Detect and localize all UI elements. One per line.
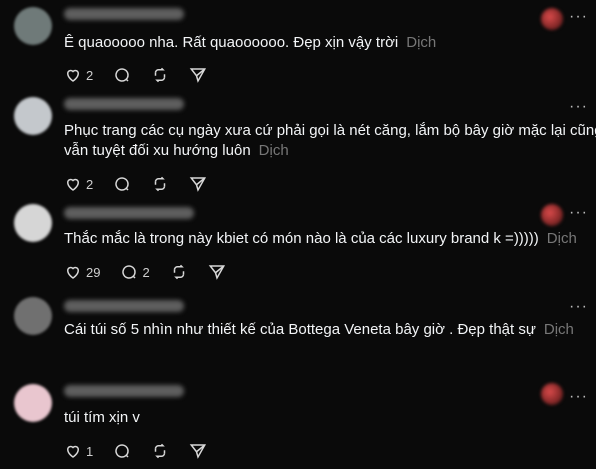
like-count: 2 — [86, 67, 94, 83]
share-button[interactable] — [208, 263, 226, 281]
send-icon — [189, 68, 207, 83]
reply-thumbnail[interactable] — [541, 8, 563, 30]
like-button[interactable]: 2 — [64, 175, 93, 193]
reply-button[interactable] — [113, 175, 131, 193]
heart-icon — [66, 69, 80, 82]
username-blurred[interactable] — [64, 98, 184, 110]
repost-icon — [154, 67, 166, 83]
reply-button[interactable] — [113, 442, 131, 460]
username-blurred[interactable] — [64, 385, 184, 397]
comment-text: túi tím xịn v — [64, 408, 140, 428]
comment-text: Ê quaooooo nha. Rất quaoooooo. Đẹp xịn v… — [64, 33, 436, 53]
username-blurred[interactable] — [64, 207, 194, 219]
heart-icon — [66, 178, 80, 191]
comment-text: Thắc mắc là trong này kbiet có món nào l… — [64, 229, 577, 249]
translate-link[interactable]: Dịch — [547, 230, 577, 247]
like-button[interactable]: 29 — [64, 263, 100, 281]
share-button[interactable] — [189, 66, 207, 84]
comment-icon — [115, 68, 129, 82]
more-options-icon[interactable]: ··· — [569, 299, 588, 315]
comment-icon — [115, 444, 129, 458]
comment-text-line: Thắc mắc là trong này kbiet có món nào l… — [64, 230, 539, 247]
like-button[interactable]: 2 — [64, 66, 93, 84]
comment-text-line: Ê quaooooo nha. Rất quaoooooo. Đẹp xịn v… — [64, 34, 399, 51]
like-count: 2 — [86, 176, 94, 192]
more-options-icon[interactable]: ··· — [569, 99, 588, 115]
share-button[interactable] — [189, 442, 207, 460]
translate-link[interactable]: Dịch — [406, 34, 436, 51]
comment-text: Cái túi số 5 nhìn như thiết kế của Botte… — [64, 320, 574, 340]
comment-icon — [122, 265, 137, 279]
comment-actions: 29 2 — [64, 262, 246, 282]
comment-text-line: túi tím xịn v — [64, 409, 140, 426]
avatar[interactable] — [14, 297, 52, 335]
repost-icon — [154, 443, 166, 459]
translate-link[interactable]: Dịch — [259, 142, 289, 159]
heart-icon — [66, 445, 80, 458]
avatar[interactable] — [14, 7, 52, 45]
repost-button[interactable] — [151, 66, 169, 84]
comment-text: Phục trang các cụ ngày xưa cứ phải gọi l… — [64, 121, 596, 161]
reply-button[interactable] — [113, 66, 131, 84]
more-options-icon[interactable]: ··· — [569, 205, 588, 221]
more-options-icon[interactable]: ··· — [569, 389, 588, 405]
repost-icon — [154, 176, 166, 192]
repost-button[interactable] — [170, 263, 188, 281]
heart-icon — [66, 266, 80, 279]
comment-text-line: vẫn tuyệt đối xu hướng luôn — [64, 142, 251, 159]
reply-thumbnail[interactable] — [541, 204, 563, 226]
avatar[interactable] — [14, 384, 52, 422]
comment-actions: 1 — [64, 441, 227, 461]
comment-text-line: Phục trang các cụ ngày xưa cứ phải gọi l… — [64, 122, 596, 139]
like-button[interactable]: 1 — [64, 442, 93, 460]
like-count: 1 — [86, 443, 94, 459]
translate-link[interactable]: Dịch — [544, 321, 574, 338]
send-icon — [189, 444, 207, 459]
share-button[interactable] — [189, 175, 207, 193]
comment-actions: 2 — [64, 174, 227, 194]
username-blurred[interactable] — [64, 300, 184, 312]
repost-button[interactable] — [151, 175, 169, 193]
send-icon — [189, 177, 207, 192]
like-count: 29 — [86, 264, 101, 280]
avatar[interactable] — [14, 204, 52, 242]
comment-text-line: Cái túi số 5 nhìn như thiết kế của Botte… — [64, 321, 536, 338]
comment-icon — [115, 177, 129, 191]
username-blurred[interactable] — [64, 8, 184, 20]
reply-count: 2 — [142, 264, 150, 280]
more-options-icon[interactable]: ··· — [569, 9, 588, 25]
reply-thumbnail[interactable] — [541, 383, 563, 405]
repost-icon — [173, 264, 184, 280]
comment-actions: 2 — [64, 65, 227, 85]
repost-button[interactable] — [151, 442, 169, 460]
avatar[interactable] — [14, 97, 52, 135]
send-icon — [208, 265, 225, 280]
reply-button[interactable]: 2 — [120, 263, 150, 281]
